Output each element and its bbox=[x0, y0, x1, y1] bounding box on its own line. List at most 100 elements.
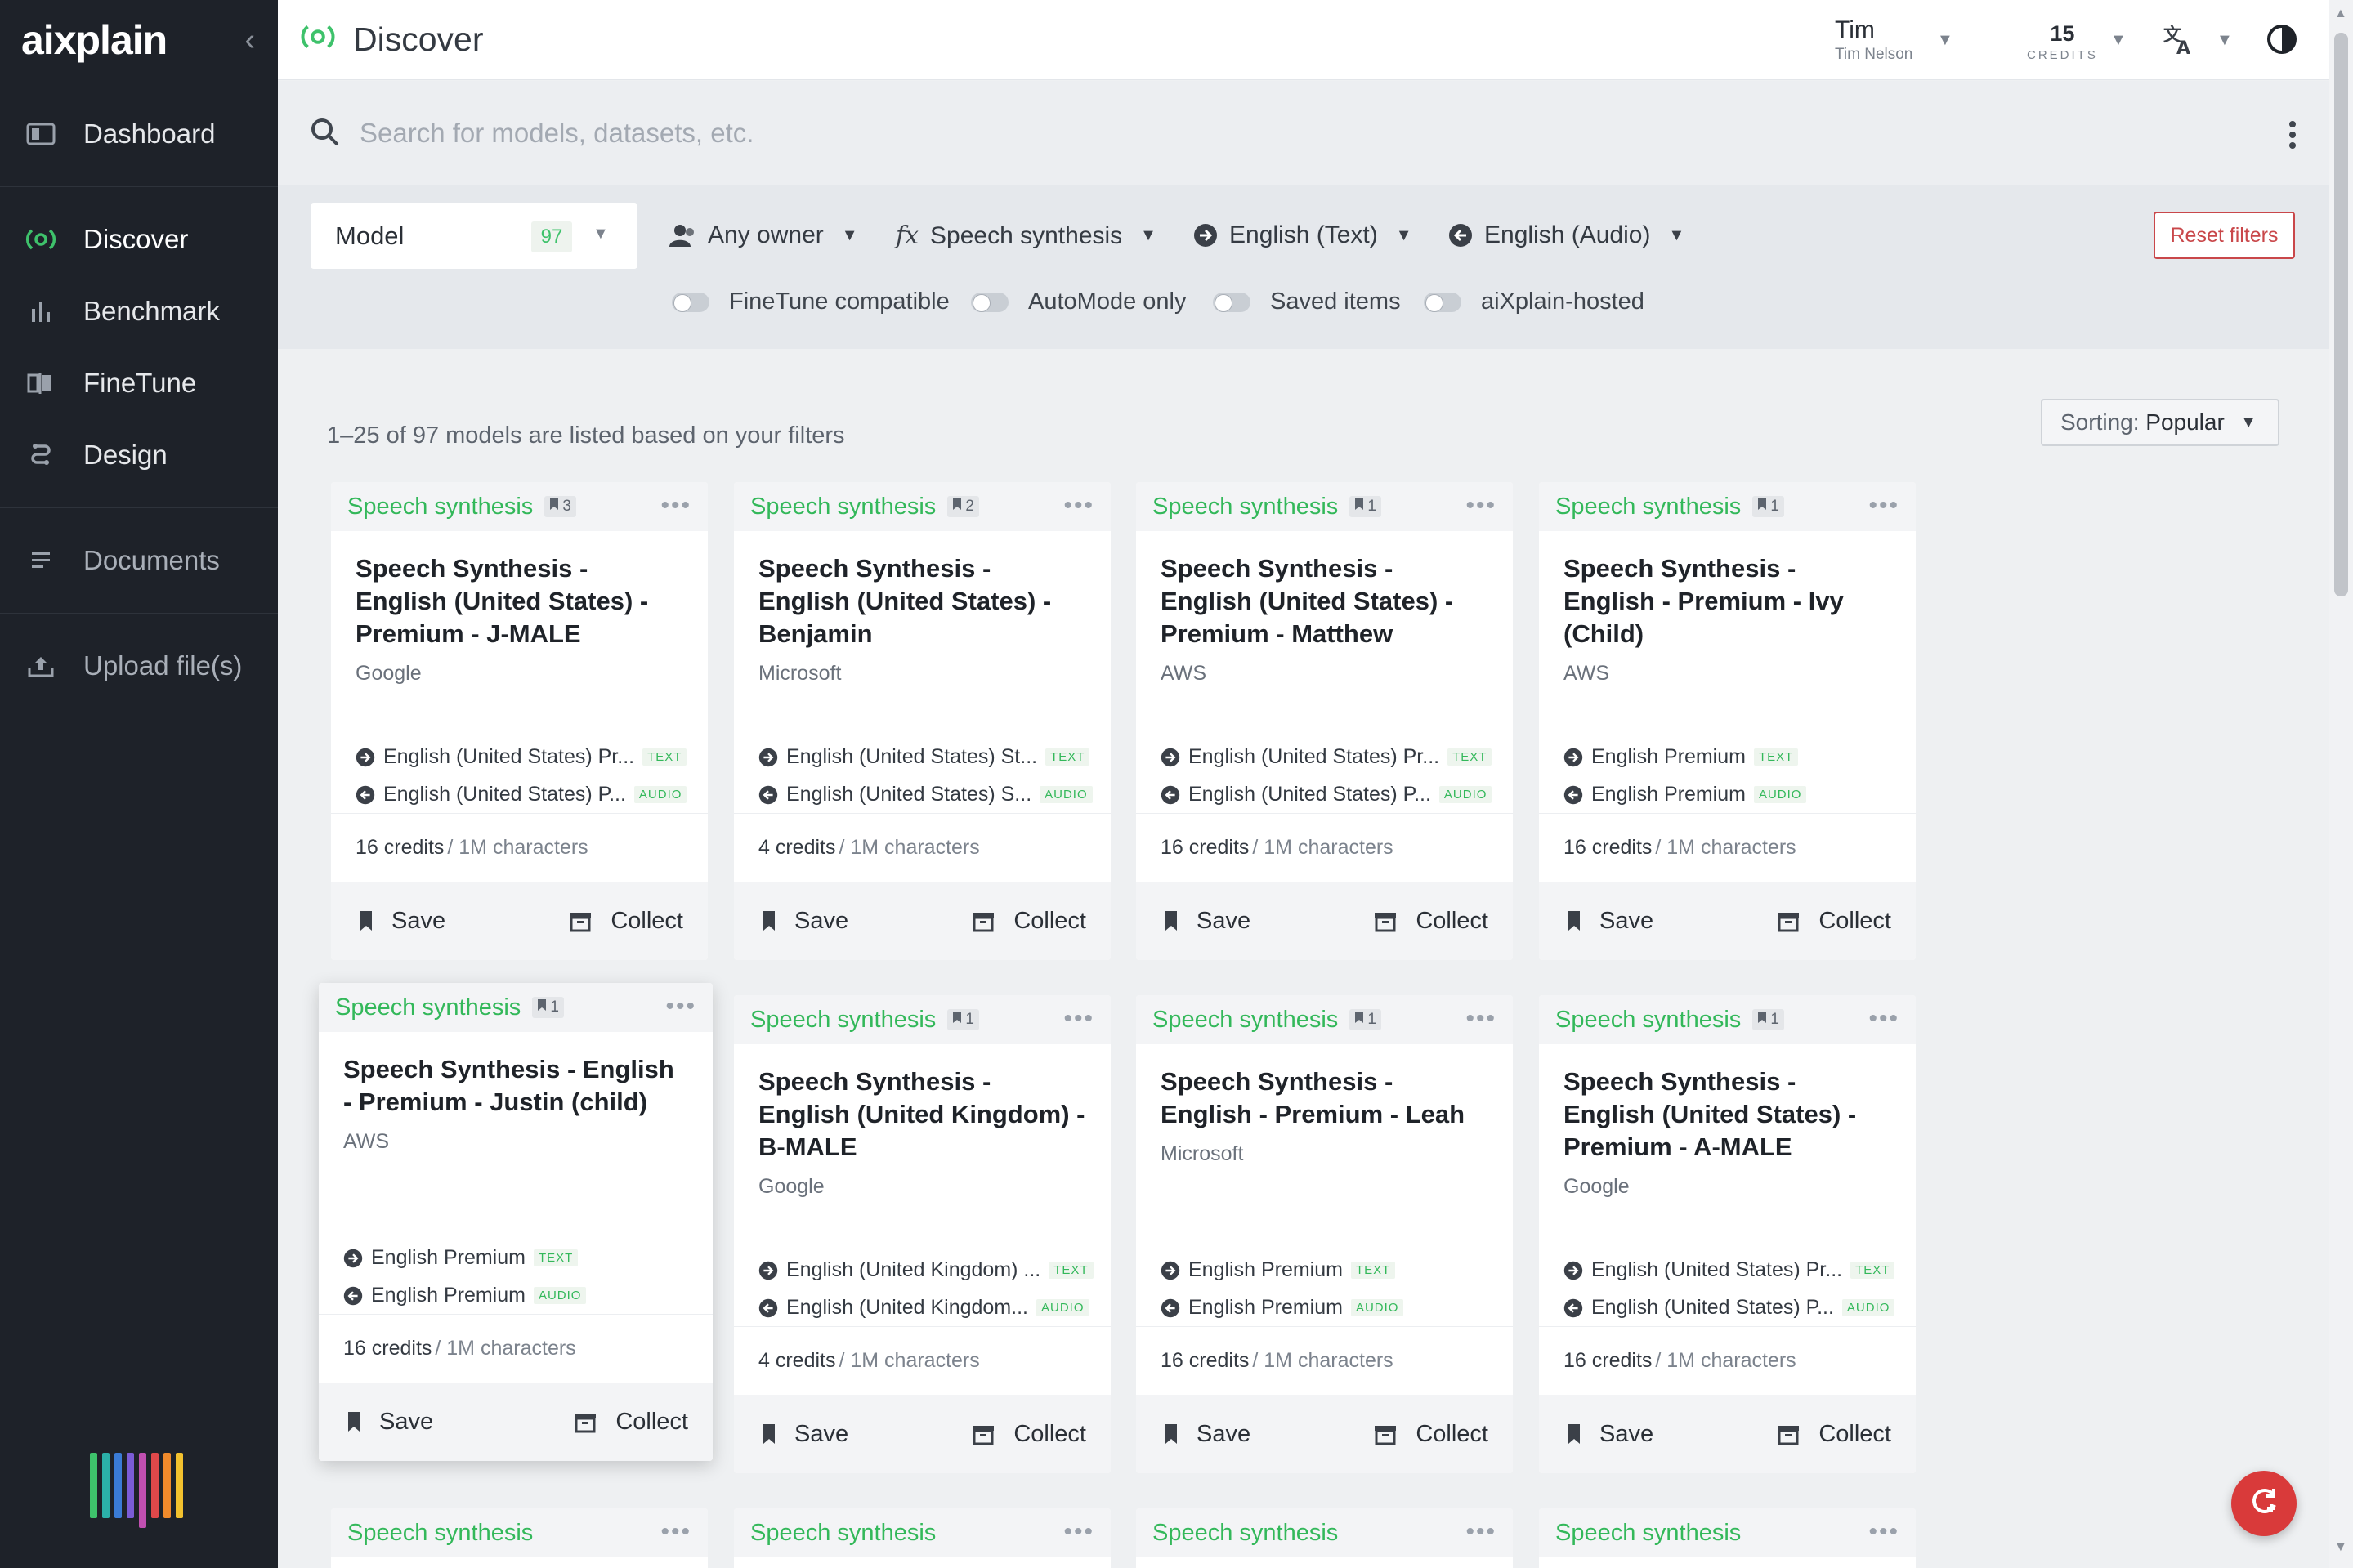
collect-button[interactable]: Collect bbox=[573, 1409, 688, 1436]
chevron-down-icon[interactable]: ▼ bbox=[2110, 31, 2127, 50]
output-arrow-icon bbox=[343, 1286, 363, 1306]
scroll-up-icon[interactable]: ▲ bbox=[2334, 7, 2347, 21]
card-more-icon[interactable]: ••• bbox=[1465, 1518, 1496, 1546]
card-more-icon[interactable]: ••• bbox=[660, 1518, 691, 1546]
asset-type-select[interactable]: Model 97 ▼ bbox=[311, 203, 637, 269]
model-card[interactable]: Speech synthesis ••• bbox=[331, 1508, 708, 1568]
model-card[interactable]: Speech synthesis 1 ••• Speech Synthesis - E… bbox=[319, 983, 713, 1461]
toggle-automode-only[interactable]: AutoMode only bbox=[971, 288, 1186, 315]
card-title[interactable]: Speech Synthesis - English (United Kingd… bbox=[758, 1065, 1086, 1164]
sidebar-item-benchmark[interactable]: Benchmark bbox=[0, 275, 278, 347]
scroll-down-icon[interactable]: ▼ bbox=[2334, 1540, 2347, 1555]
model-card[interactable]: Speech synthesis 1 ••• Speech Synthesis - E… bbox=[1539, 995, 1916, 1473]
owner-filter[interactable]: Any owner ▼ bbox=[669, 221, 858, 249]
page-scrollbar[interactable]: ▲ ▼ bbox=[2329, 0, 2353, 1568]
input-language-filter[interactable]: English (Text) ▼ bbox=[1193, 221, 1412, 249]
card-header: Speech synthesis 1 ••• bbox=[734, 995, 1111, 1044]
toggle-saved-items[interactable]: Saved items bbox=[1213, 288, 1401, 315]
card-more-icon[interactable]: ••• bbox=[1868, 492, 1899, 520]
save-button[interactable]: Save bbox=[1567, 908, 1653, 935]
save-button[interactable]: Save bbox=[762, 908, 848, 935]
save-button[interactable]: Save bbox=[359, 908, 445, 935]
brand-stripes-logo bbox=[90, 1453, 188, 1534]
more-options-icon[interactable] bbox=[2288, 120, 2297, 150]
sidebar-item-upload[interactable]: Upload file(s) bbox=[0, 630, 278, 702]
card-title[interactable]: Speech Synthesis - English (United State… bbox=[1161, 552, 1488, 650]
sidebar-item-design[interactable]: Design bbox=[0, 419, 278, 491]
chevron-down-icon: ▼ bbox=[841, 226, 858, 244]
output-language-filter[interactable]: English (Audio) ▼ bbox=[1448, 221, 1684, 249]
sorting-dropdown[interactable]: Sorting: Popular ▼ bbox=[2041, 399, 2279, 446]
card-header: Speech synthesis 2 ••• bbox=[734, 482, 1111, 531]
card-title[interactable]: Speech Synthesis - English - Premium - J… bbox=[343, 1053, 688, 1119]
search-input[interactable] bbox=[360, 118, 1831, 149]
collect-button[interactable]: Collect bbox=[971, 908, 1086, 935]
model-card[interactable]: Speech synthesis ••• bbox=[734, 1508, 1111, 1568]
model-card[interactable]: Speech synthesis 1 ••• Speech Synthesis - E… bbox=[734, 995, 1111, 1473]
output-language-label: English (Audio) bbox=[1484, 221, 1651, 248]
user-icon bbox=[669, 223, 696, 248]
card-function-label: Speech synthesis bbox=[347, 1519, 534, 1546]
collapse-sidebar-icon[interactable]: ‹ bbox=[244, 23, 255, 58]
input-arrow-icon bbox=[356, 748, 375, 767]
input-arrow-icon bbox=[1161, 748, 1180, 767]
chevron-down-icon[interactable]: ▼ bbox=[2217, 31, 2233, 50]
card-title[interactable]: Speech Synthesis - English - Premium - I… bbox=[1563, 552, 1891, 650]
toggle-finetune-compatible[interactable]: FineTune compatible bbox=[672, 288, 950, 315]
function-filter[interactable]: fx Speech synthesis ▼ bbox=[896, 221, 1156, 250]
translate-icon[interactable]: 文A bbox=[2162, 23, 2196, 61]
card-title[interactable]: Speech Synthesis - English (United State… bbox=[356, 552, 683, 650]
toggle-switch[interactable] bbox=[672, 292, 709, 312]
model-card[interactable]: Speech synthesis 3 ••• Speech Synthesis - E… bbox=[331, 482, 708, 960]
model-card[interactable]: Speech synthesis ••• bbox=[1539, 1508, 1916, 1568]
credits-display[interactable]: 15 CREDITS bbox=[2027, 21, 2098, 62]
sidebar-item-dashboard[interactable]: Dashboard bbox=[0, 98, 278, 170]
card-more-icon[interactable]: ••• bbox=[1063, 1005, 1094, 1033]
card-more-icon[interactable]: ••• bbox=[1063, 492, 1094, 520]
save-button[interactable]: Save bbox=[347, 1409, 433, 1436]
save-button[interactable]: Save bbox=[762, 1421, 848, 1448]
support-chat-button[interactable] bbox=[2231, 1471, 2297, 1536]
aixplain-logo[interactable]: aixplain bbox=[21, 16, 168, 64]
model-card[interactable]: Speech synthesis 1 ••• Speech Synthesis - E… bbox=[1539, 482, 1916, 960]
chevron-down-icon[interactable]: ▼ bbox=[1937, 31, 1953, 50]
sidebar-item-discover[interactable]: Discover bbox=[0, 203, 278, 275]
sidebar-item-label: FineTune bbox=[83, 368, 197, 398]
user-menu[interactable]: Tim Tim Nelson bbox=[1835, 16, 1912, 64]
card-title[interactable]: Speech Synthesis - English - Premium - L… bbox=[1161, 1065, 1488, 1131]
save-button[interactable]: Save bbox=[1164, 1421, 1250, 1448]
card-more-icon[interactable]: ••• bbox=[1868, 1005, 1899, 1033]
card-owner: AWS bbox=[343, 1130, 390, 1153]
save-button[interactable]: Save bbox=[1567, 1421, 1653, 1448]
model-card[interactable]: Speech synthesis ••• bbox=[1136, 1508, 1513, 1568]
card-title[interactable]: Speech Synthesis - English (United State… bbox=[758, 552, 1086, 650]
card-title[interactable]: Speech Synthesis - English (United State… bbox=[1563, 1065, 1891, 1164]
card-more-icon[interactable]: ••• bbox=[660, 492, 691, 520]
function-filter-label: Speech synthesis bbox=[930, 221, 1123, 249]
model-card[interactable]: Speech synthesis 1 ••• Speech Synthesis - E… bbox=[1136, 995, 1513, 1473]
collect-button[interactable]: Collect bbox=[1373, 1421, 1488, 1448]
reset-filters-button[interactable]: Reset filters bbox=[2154, 212, 2295, 259]
card-more-icon[interactable]: ••• bbox=[1868, 1518, 1899, 1546]
collect-button[interactable]: Collect bbox=[1776, 908, 1891, 935]
collect-button[interactable]: Collect bbox=[1776, 1421, 1891, 1448]
card-more-icon[interactable]: ••• bbox=[665, 993, 696, 1021]
collect-button[interactable]: Collect bbox=[568, 908, 683, 935]
collect-button[interactable]: Collect bbox=[1373, 908, 1488, 935]
collect-button[interactable]: Collect bbox=[971, 1421, 1086, 1448]
sidebar-item-documents[interactable]: Documents bbox=[0, 525, 278, 596]
toggle-switch[interactable] bbox=[1424, 292, 1461, 312]
card-more-icon[interactable]: ••• bbox=[1063, 1518, 1094, 1546]
model-card[interactable]: Speech synthesis 2 ••• Speech Synthesis - E… bbox=[734, 482, 1111, 960]
save-button[interactable]: Save bbox=[1164, 908, 1250, 935]
theme-toggle-icon[interactable] bbox=[2266, 23, 2298, 60]
card-more-icon[interactable]: ••• bbox=[1465, 492, 1496, 520]
toggle-switch[interactable] bbox=[1213, 292, 1250, 312]
scroll-thumb[interactable] bbox=[2334, 33, 2348, 596]
toggle-aixplain-hosted[interactable]: aiXplain-hosted bbox=[1424, 288, 1644, 315]
sidebar-item-finetune[interactable]: FineTune bbox=[0, 347, 278, 419]
model-card[interactable]: Speech synthesis 1 ••• Speech Synthesis - E… bbox=[1136, 482, 1513, 960]
card-more-icon[interactable]: ••• bbox=[1465, 1005, 1496, 1033]
card-function-label: Speech synthesis bbox=[1152, 493, 1339, 520]
toggle-switch[interactable] bbox=[971, 292, 1009, 312]
